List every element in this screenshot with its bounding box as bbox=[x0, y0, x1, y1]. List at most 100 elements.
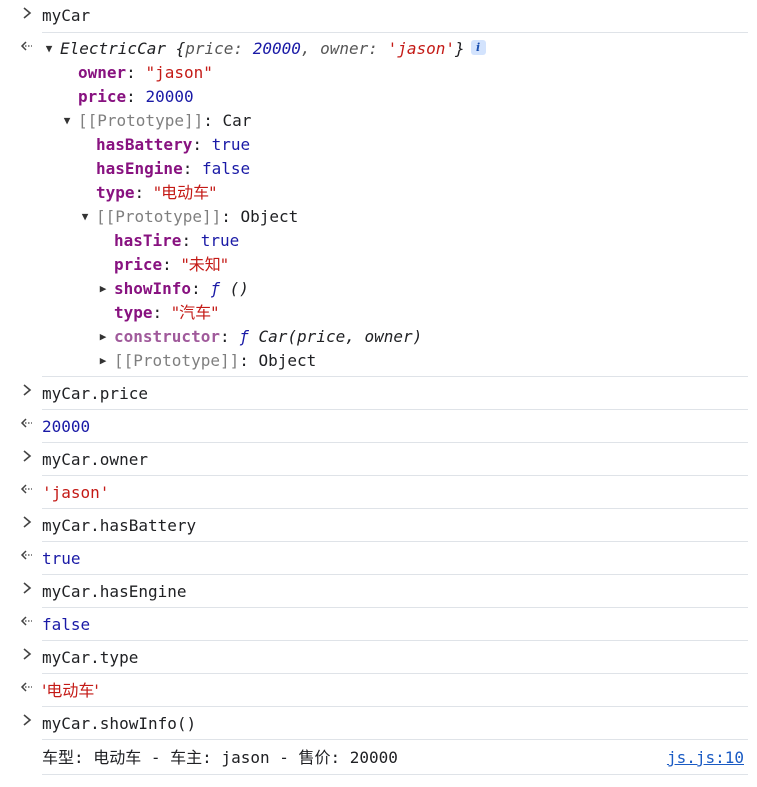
prototype-label: [[Prototype]] bbox=[78, 111, 204, 130]
property-colon: : bbox=[191, 279, 211, 298]
property-row: hasTire: true bbox=[96, 229, 748, 253]
return-arrow-icon bbox=[20, 33, 34, 57]
property-row: hasEngine: false bbox=[96, 157, 748, 181]
property-colon: : bbox=[134, 183, 154, 202]
triangle-right-icon[interactable]: ▶ bbox=[96, 325, 110, 349]
own-properties: owner: "jason" price: 20000 bbox=[42, 61, 748, 109]
prototype-header[interactable]: ▼ [[Prototype]]: Car bbox=[60, 109, 748, 133]
function-glyph: ƒ bbox=[239, 327, 249, 346]
devtools-console: myCar ▼ ElectricCar {price: 20000, owner:… bbox=[0, 0, 757, 775]
triangle-right-icon[interactable]: ▶ bbox=[96, 277, 110, 301]
property-colon: : bbox=[182, 159, 202, 178]
console-log-row: 车型: 电动车 - 车主: jason - 售价: 20000 js.js:10 bbox=[42, 740, 748, 775]
chevron-right-icon bbox=[20, 0, 34, 24]
property-value: "电动车" bbox=[153, 183, 217, 202]
info-icon[interactable]: i bbox=[470, 40, 486, 55]
property-key: price bbox=[114, 255, 163, 274]
console-output-value: 'jason' bbox=[42, 483, 110, 502]
console-input-row: myCar.hasBattery bbox=[23, 509, 748, 542]
property-colon: : bbox=[181, 231, 201, 250]
console-output-object: ▼ ElectricCar {price: 20000, owner: 'jaso… bbox=[20, 33, 748, 377]
property-key: type bbox=[114, 303, 153, 322]
function-glyph: ƒ bbox=[210, 279, 220, 298]
property-value: "jason" bbox=[145, 63, 213, 82]
prototype-object: ▼ [[Prototype]]: Object hasTire: true pri… bbox=[60, 205, 748, 373]
property-row: price: 20000 bbox=[78, 85, 748, 109]
triangle-down-icon[interactable]: ▼ bbox=[42, 37, 56, 61]
property-row-showinfo[interactable]: ▶ showInfo: ƒ () bbox=[96, 277, 748, 301]
property-row: type: "电动车" bbox=[96, 181, 748, 205]
function-signature: () bbox=[229, 279, 249, 298]
console-output-row: '电动车' bbox=[20, 674, 748, 707]
property-value: true bbox=[211, 135, 251, 154]
summary-key-owner: owner bbox=[320, 39, 369, 58]
prototype-colon: : bbox=[221, 207, 241, 226]
chevron-right-icon bbox=[20, 575, 34, 599]
prototype-value: Object bbox=[258, 351, 317, 370]
property-key: hasTire bbox=[114, 231, 182, 250]
prototype-header-collapsed[interactable]: ▶ [[Prototype]]: Object bbox=[96, 349, 748, 373]
console-input-text: myCar.hasEngine bbox=[42, 582, 187, 601]
triangle-down-icon[interactable]: ▼ bbox=[78, 205, 92, 229]
chevron-right-icon bbox=[20, 377, 34, 401]
return-arrow-icon bbox=[20, 542, 34, 566]
property-key: showInfo bbox=[114, 279, 192, 298]
summary-value-owner: 'jason' bbox=[387, 39, 455, 58]
triangle-right-icon[interactable]: ▶ bbox=[96, 349, 110, 373]
console-input-row: myCar.showInfo() bbox=[23, 707, 748, 740]
property-key: hasBattery bbox=[96, 135, 193, 154]
chevron-right-icon bbox=[20, 509, 34, 533]
source-link[interactable]: js.js:10 bbox=[667, 746, 744, 770]
console-output-value: false bbox=[42, 615, 91, 634]
property-colon: : bbox=[152, 303, 172, 322]
property-colon: : bbox=[126, 87, 146, 106]
console-input-text: myCar.showInfo() bbox=[42, 714, 197, 733]
property-key: price bbox=[78, 87, 127, 106]
property-row: price: "未知" bbox=[96, 253, 748, 277]
property-colon: : bbox=[126, 63, 146, 82]
console-input-text: myCar.hasBattery bbox=[42, 516, 197, 535]
prototype-header[interactable]: ▼ [[Prototype]]: Object bbox=[78, 205, 748, 229]
summary-value-price: 20000 bbox=[252, 39, 301, 58]
property-value: true bbox=[200, 231, 240, 250]
prototype-label: [[Prototype]] bbox=[114, 351, 240, 370]
console-input-text: myCar.price bbox=[42, 384, 148, 403]
property-value: 20000 bbox=[145, 87, 194, 106]
return-arrow-icon bbox=[20, 410, 34, 434]
object-summary-line[interactable]: ▼ ElectricCar {price: 20000, owner: 'jaso… bbox=[42, 37, 748, 61]
chevron-right-icon bbox=[20, 707, 34, 731]
chevron-right-icon bbox=[20, 443, 34, 467]
console-output-row: false bbox=[20, 608, 748, 641]
prototype-value: Car bbox=[222, 111, 252, 130]
prototype-label: [[Prototype]] bbox=[96, 207, 222, 226]
console-input-row: myCar.owner bbox=[23, 443, 748, 476]
prototype-value: Object bbox=[240, 207, 299, 226]
property-value: false bbox=[201, 159, 251, 178]
property-row: hasBattery: true bbox=[96, 133, 748, 157]
console-input-text: myCar bbox=[42, 6, 91, 25]
summary-separator: , bbox=[300, 39, 321, 58]
console-output-row: true bbox=[20, 542, 748, 575]
property-row-constructor[interactable]: ▶ constructor: ƒ Car(price, owner) bbox=[96, 325, 748, 349]
property-value: "未知" bbox=[181, 255, 229, 274]
summary-brace-close: } bbox=[455, 39, 465, 58]
function-signature: Car(price, owner) bbox=[258, 327, 423, 346]
summary-colon: : bbox=[368, 39, 388, 58]
console-input-row: myCar.type bbox=[23, 641, 748, 674]
property-colon: : bbox=[219, 327, 240, 346]
object-class-name: ElectricCar bbox=[60, 39, 166, 58]
property-row: owner: "jason" bbox=[78, 61, 748, 85]
return-arrow-icon bbox=[20, 674, 34, 698]
property-colon: : bbox=[192, 135, 212, 154]
prototype-colon: : bbox=[203, 111, 223, 130]
property-value: "汽车" bbox=[171, 303, 219, 322]
console-output-row: 20000 bbox=[20, 410, 748, 443]
console-output-value: 20000 bbox=[42, 417, 91, 436]
triangle-down-icon[interactable]: ▼ bbox=[60, 109, 74, 133]
console-input-text: myCar.owner bbox=[42, 450, 148, 469]
property-key: type bbox=[96, 183, 135, 202]
console-input-text: myCar.type bbox=[42, 648, 139, 667]
console-input-row: myCar.hasEngine bbox=[23, 575, 748, 608]
console-input-row: myCar.price bbox=[23, 377, 748, 410]
property-key: hasEngine bbox=[96, 159, 183, 178]
